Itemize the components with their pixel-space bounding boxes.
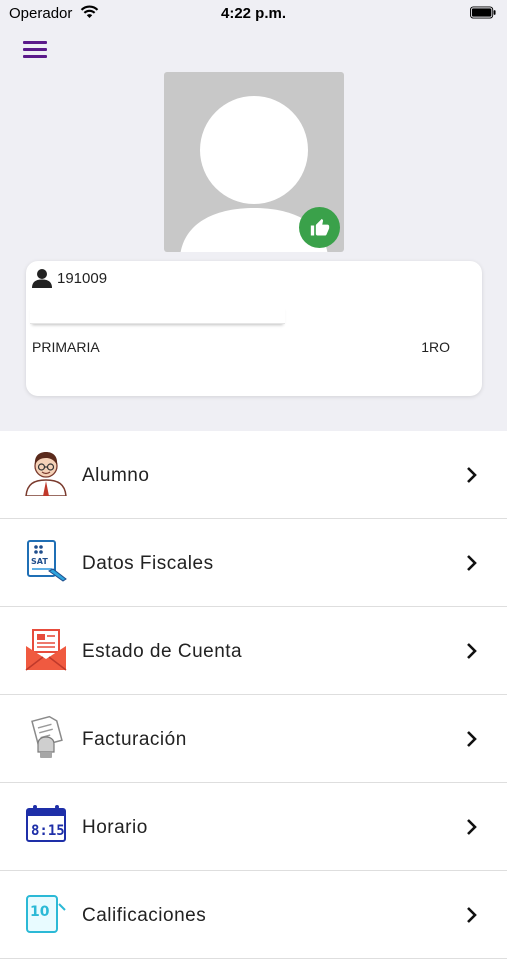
thumbs-up-icon[interactable] [299,207,340,248]
student-card: 191009 PRIMARIA 1RO [26,261,482,396]
chevron-right-icon [467,819,477,835]
menu-item-calificaciones[interactable]: 10 Calificaciones [0,871,507,959]
invoice-icon [31,715,63,758]
student-name [30,305,285,324]
menu-item-label: Facturación [82,729,187,750]
student-id: 191009 [57,270,108,287]
grades-icon: 10 [26,895,66,933]
menu-item-datos-fiscales[interactable]: SAT Datos Fiscales [0,519,507,607]
main-menu: Alumno SAT Datos Fiscales Estado de Cuen… [0,431,507,959]
menu-item-label: Alumno [82,465,150,486]
schedule-icon: 8:15 [26,805,66,842]
chevron-right-icon [467,555,477,571]
grade-level: 1RO [421,339,450,355]
education-level: PRIMARIA [32,339,100,355]
chevron-right-icon [467,731,477,747]
menu-item-label: Horario [82,817,148,838]
svg-text:SAT: SAT [31,557,48,566]
status-time: 4:22 p.m. [220,5,287,22]
fiscal-data-icon: SAT [27,540,67,582]
menu-item-label: Datos Fiscales [82,553,214,574]
chevron-right-icon [467,907,477,923]
menu-item-facturacion[interactable]: Facturación [0,695,507,783]
svg-text:8:15: 8:15 [31,823,65,839]
user-icon [32,269,52,288]
menu-item-label: Calificaciones [82,905,207,926]
menu-item-alumno[interactable]: Alumno [0,431,507,519]
status-bar: Operador 4:22 p.m. [0,0,507,28]
menu-item-horario[interactable]: 8:15 Horario [0,783,507,871]
student-icon [25,452,67,496]
menu-item-label: Estado de Cuenta [82,641,243,662]
hamburger-menu-icon[interactable] [23,41,47,59]
account-statement-icon [25,629,67,671]
chevron-right-icon [467,643,477,659]
battery-icon [470,6,496,19]
menu-item-estado-de-cuenta[interactable]: Estado de Cuenta [0,607,507,695]
svg-text:10: 10 [30,904,50,920]
profile-header: Operador 4:22 p.m. 191009 PRIMARIA 1RO [0,0,507,431]
chevron-right-icon [467,467,477,483]
